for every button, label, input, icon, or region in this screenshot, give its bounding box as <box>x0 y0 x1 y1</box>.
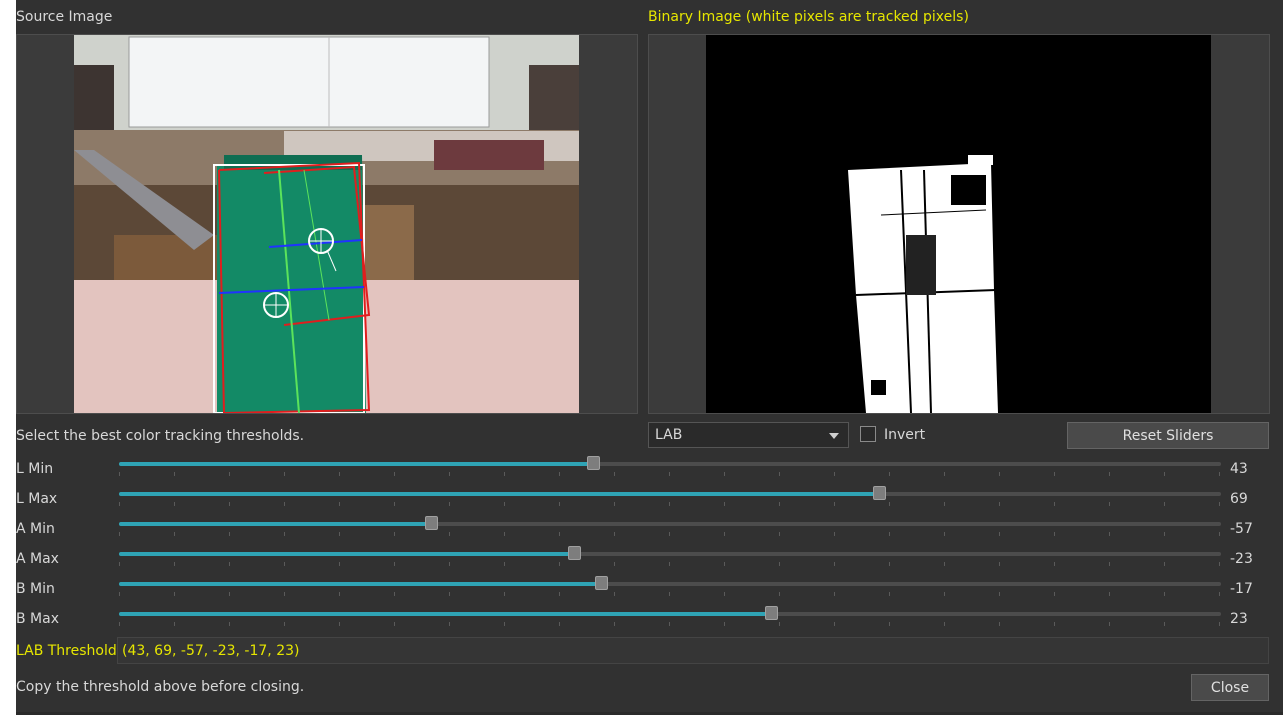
slider-fill <box>119 612 772 616</box>
close-button[interactable]: Close <box>1191 674 1269 701</box>
chevron-down-icon <box>829 433 839 439</box>
slider-value: 69 <box>1230 491 1248 507</box>
slider-fill <box>119 582 601 586</box>
slider-label: L Max <box>16 491 58 507</box>
threshold-label: LAB Threshold <box>16 643 117 659</box>
left-edge-strip <box>0 0 16 715</box>
slider-fill <box>119 522 431 526</box>
slider-track[interactable] <box>119 456 1221 476</box>
binary-image-panel <box>648 34 1270 414</box>
slider-ticks <box>119 502 1221 506</box>
slider-track[interactable] <box>119 516 1221 536</box>
slider-ticks <box>119 622 1221 626</box>
threshold-value[interactable]: (43, 69, -57, -23, -17, 23) <box>122 643 299 659</box>
colorspace-select-value: LAB <box>655 427 683 443</box>
slider-handle[interactable] <box>873 486 887 500</box>
slider-handle[interactable] <box>568 546 582 560</box>
slider-fill <box>119 492 880 496</box>
slider-ticks <box>119 562 1221 566</box>
slider-fill <box>119 552 575 556</box>
slider-label: B Min <box>16 581 55 597</box>
slider-handle[interactable] <box>586 456 600 470</box>
slider-ticks <box>119 532 1221 536</box>
reset-sliders-button[interactable]: Reset Sliders <box>1067 422 1269 449</box>
instructions-text: Select the best color tracking threshold… <box>16 428 305 444</box>
slider-handle[interactable] <box>765 606 779 620</box>
invert-checkbox[interactable] <box>860 426 876 442</box>
slider-track[interactable] <box>119 576 1221 596</box>
slider-track[interactable] <box>119 606 1221 626</box>
slider-fill <box>119 462 593 466</box>
source-image-title: Source Image <box>16 9 113 25</box>
slider-ticks <box>119 592 1221 596</box>
slider-label: A Max <box>16 551 59 567</box>
slider-label: B Max <box>16 611 59 627</box>
slider-value: 43 <box>1230 461 1248 477</box>
slider-handle[interactable] <box>424 516 438 530</box>
source-camera-image <box>74 35 579 413</box>
slider-label: A Min <box>16 521 55 537</box>
footer-note: Copy the threshold above before closing. <box>16 679 305 695</box>
binary-threshold-image <box>706 35 1211 413</box>
binary-image-title: Binary Image (white pixels are tracked p… <box>648 9 969 25</box>
slider-value: -17 <box>1230 581 1253 597</box>
slider-handle[interactable] <box>594 576 608 590</box>
slider-value: 23 <box>1230 611 1248 627</box>
slider-ticks <box>119 472 1221 476</box>
source-image-panel <box>16 34 638 414</box>
slider-value: -23 <box>1230 551 1253 567</box>
invert-label[interactable]: Invert <box>884 427 925 443</box>
slider-track[interactable] <box>119 486 1221 506</box>
colorspace-select[interactable]: LAB <box>648 422 849 448</box>
threshold-field[interactable]: (43, 69, -57, -23, -17, 23) <box>117 637 1269 664</box>
slider-track[interactable] <box>119 546 1221 566</box>
slider-label: L Min <box>16 461 54 477</box>
slider-value: -57 <box>1230 521 1253 537</box>
